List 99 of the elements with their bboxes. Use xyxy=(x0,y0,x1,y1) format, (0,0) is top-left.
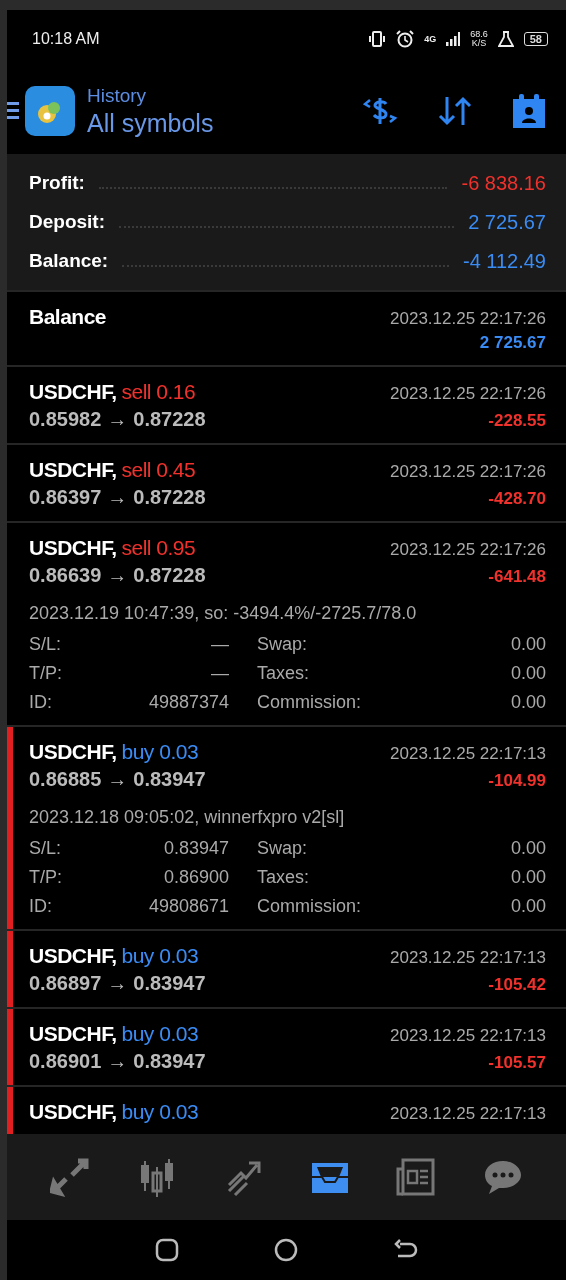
field-label: ID: xyxy=(29,692,53,713)
speed-unit: K/S xyxy=(471,39,487,48)
deal-action: buy 0.03 xyxy=(121,740,199,764)
deal-action: sell 0.95 xyxy=(121,536,196,560)
open-price: 0.86885 xyxy=(29,768,102,791)
deal-profit: -105.57 xyxy=(488,1053,546,1073)
quotes-arrows-icon[interactable] xyxy=(50,1157,91,1197)
deal-symbol: USDCHF, xyxy=(29,740,117,764)
deal-profit: -428.70 xyxy=(488,489,546,509)
field-label: T/P: xyxy=(29,663,62,684)
deal-profit: -105.42 xyxy=(488,975,546,995)
field-value: 49808671 xyxy=(147,896,229,917)
close-price: 0.87228 xyxy=(133,564,206,587)
summary-value: -6 838.16 xyxy=(461,171,546,195)
deal-profit: -104.99 xyxy=(488,771,546,791)
battery-indicator: 58 xyxy=(523,32,548,46)
deal-profit: -228.55 xyxy=(488,411,546,431)
recent-apps-icon[interactable] xyxy=(154,1238,179,1262)
open-price: 0.85982 xyxy=(29,408,102,431)
deal-action: buy 0.03 xyxy=(121,1100,199,1124)
deal-symbol: USDCHF, xyxy=(29,1022,117,1046)
deal-time: 2023.12.25 22:17:26 xyxy=(390,462,546,482)
open-price: 0.86897 xyxy=(29,972,102,995)
close-price: 0.87228 xyxy=(133,486,206,509)
field-value: 0.00 xyxy=(509,896,546,917)
deal-time: 2023.12.25 22:17:26 xyxy=(390,309,546,329)
open-price: 0.86901 xyxy=(29,1050,102,1073)
alarm-icon xyxy=(396,30,415,48)
field-label: Commission: xyxy=(257,692,361,713)
field-label: Taxes: xyxy=(257,867,310,888)
field-value: — xyxy=(210,634,229,655)
deal-time: 2023.12.25 22:17:26 xyxy=(390,540,546,560)
flask-icon xyxy=(497,31,514,47)
field-value: 0.00 xyxy=(509,838,546,859)
open-price: 0.86639 xyxy=(29,564,102,587)
deal-comment: 2023.12.19 10:47:39, so: -3494.4%/-2725.7/78.0 xyxy=(29,603,418,624)
deal-time: 2023.12.25 22:17:13 xyxy=(390,948,546,968)
field-value: 0.86900 xyxy=(162,867,229,888)
deal-time: 2023.12.25 22:17:26 xyxy=(390,384,546,404)
deal-symbol: USDCHF, xyxy=(29,458,117,482)
field-value: — xyxy=(210,663,229,684)
menu-icon[interactable] xyxy=(7,101,19,121)
status-time: 10:18 AM xyxy=(32,30,100,48)
close-price: 0.83947 xyxy=(133,972,206,995)
summary-value: 2 725.67 xyxy=(468,210,546,234)
deal-action: buy 0.03 xyxy=(121,944,199,968)
newspaper-icon[interactable] xyxy=(396,1157,437,1197)
deal-action: sell 0.45 xyxy=(121,458,196,482)
deal-time: 2023.12.25 22:17:13 xyxy=(390,1104,546,1124)
close-price: 0.87228 xyxy=(133,408,206,431)
deal-action: buy 0.03 xyxy=(121,1022,199,1046)
network-speed: 68.6 xyxy=(470,30,488,39)
field-label: ID: xyxy=(29,896,53,917)
field-label: S/L: xyxy=(29,634,62,655)
app-logo-icon xyxy=(25,86,75,136)
field-value: 49887374 xyxy=(147,692,229,713)
field-value: 0.00 xyxy=(509,634,546,655)
calendar-icon[interactable] xyxy=(512,93,546,129)
deal-symbol: USDCHF, xyxy=(29,536,117,560)
summary-label: Profit: xyxy=(29,172,85,194)
deal-profit: -641.48 xyxy=(488,567,546,587)
field-value: 0.83947 xyxy=(162,838,229,859)
deal-symbol: USDCHF, xyxy=(29,1100,117,1124)
arrow-glyph: → xyxy=(107,972,128,995)
deal-amount: 2 725.67 xyxy=(479,333,546,353)
deal-symbol: USDCHF, xyxy=(29,380,117,404)
summary-label: Deposit: xyxy=(29,211,105,233)
field-value: 0.00 xyxy=(509,692,546,713)
field-label: T/P: xyxy=(29,867,62,888)
sort-icon[interactable] xyxy=(438,95,472,127)
screen-title: History xyxy=(87,84,148,107)
home-icon[interactable] xyxy=(274,1238,299,1262)
field-value: 0.00 xyxy=(509,867,546,888)
deal-symbol: USDCHF, xyxy=(29,944,117,968)
arrow-glyph: → xyxy=(107,486,128,509)
field-label: Swap: xyxy=(257,838,308,859)
deal-type: Balance xyxy=(29,305,107,329)
field-label: Taxes: xyxy=(257,663,310,684)
vibrate-icon xyxy=(368,30,387,48)
summary-label: Balance: xyxy=(29,250,109,272)
arrow-glyph: → xyxy=(107,408,128,431)
arrow-glyph: → xyxy=(107,564,128,587)
deal-action: sell 0.16 xyxy=(121,380,196,404)
network-type: 4G xyxy=(424,34,437,44)
field-label: Commission: xyxy=(257,896,361,917)
open-price: 0.86397 xyxy=(29,486,102,509)
summary-value: -4 112.49 xyxy=(462,249,546,273)
signal-icon xyxy=(446,32,461,46)
deal-time: 2023.12.25 22:17:13 xyxy=(390,744,546,764)
arrow-glyph: → xyxy=(107,1050,128,1073)
close-price: 0.83947 xyxy=(133,768,206,791)
field-label: Swap: xyxy=(257,634,308,655)
arrow-glyph: → xyxy=(107,768,128,791)
close-price: 0.83947 xyxy=(133,1050,206,1073)
field-value: 0.00 xyxy=(509,663,546,684)
field-label: S/L: xyxy=(29,838,62,859)
deal-comment: 2023.12.18 09:05:02, winnerfxpro v2[sl] xyxy=(29,807,346,828)
symbol-filter[interactable]: All symbols xyxy=(87,108,214,138)
deal-time: 2023.12.25 22:17:13 xyxy=(390,1026,546,1046)
